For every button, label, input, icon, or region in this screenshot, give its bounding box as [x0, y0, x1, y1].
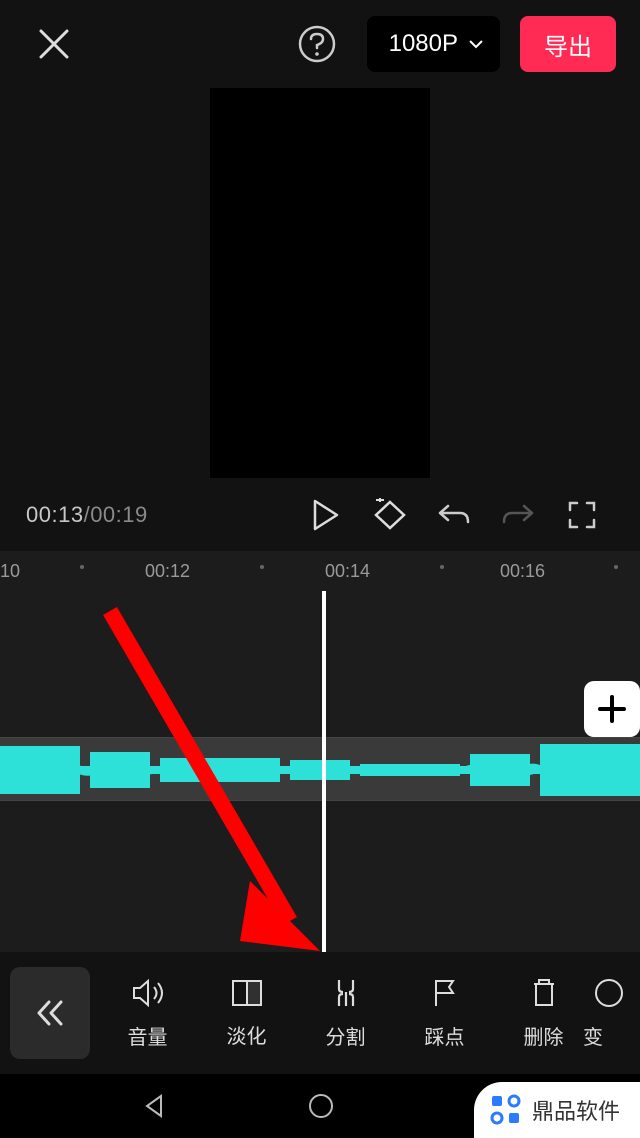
tool-label: 踩点 — [425, 1021, 465, 1050]
watermark: 鼎品软件 — [474, 1082, 640, 1138]
close-button[interactable] — [32, 22, 76, 66]
play-button[interactable] — [294, 493, 358, 537]
spacer — [0, 685, 640, 737]
nav-back[interactable] — [141, 1093, 167, 1119]
time-current: 00:13 — [26, 502, 84, 527]
tool-label: 删除 — [524, 1021, 564, 1050]
chevron-down-icon — [468, 39, 484, 49]
chevrons-left-icon — [33, 998, 67, 1028]
tool-label: 变 — [583, 1021, 603, 1050]
fullscreen-button[interactable] — [550, 493, 614, 537]
playhead[interactable] — [322, 591, 326, 952]
speed-icon — [593, 977, 613, 1009]
tool-label: 音量 — [128, 1021, 168, 1050]
undo-icon — [436, 500, 472, 530]
play-icon — [311, 498, 341, 532]
timeline[interactable]: 0:10 00:12 00:14 00:16 — [0, 551, 640, 952]
waveform-overlay — [0, 738, 640, 801]
preview-area — [0, 88, 640, 486]
fade-icon — [230, 978, 264, 1008]
export-button[interactable]: 导出 — [520, 16, 616, 72]
ruler-tick: 00:16 — [500, 561, 545, 582]
tool-speed[interactable]: 变 — [593, 958, 613, 1068]
tool-row: 音量 淡化 分割 踩点 — [98, 958, 640, 1068]
redo-icon — [500, 500, 536, 530]
ruler-tick: 00:14 — [325, 561, 370, 582]
help-button[interactable] — [295, 22, 339, 66]
timeline-ruler[interactable]: 0:10 00:12 00:14 00:16 — [0, 551, 640, 595]
ruler-dot — [260, 565, 264, 569]
watermark-logo-icon — [488, 1092, 524, 1128]
volume-icon — [130, 977, 166, 1009]
preview-canvas[interactable] — [210, 88, 430, 478]
video-track-empty[interactable] — [0, 595, 640, 685]
top-bar: 1080P 导出 — [0, 0, 640, 88]
bottom-toolbar: 音量 淡化 分割 踩点 — [0, 952, 640, 1074]
fullscreen-icon — [567, 500, 597, 530]
ruler-dot — [614, 565, 618, 569]
plus-icon — [596, 693, 628, 725]
resolution-selector[interactable]: 1080P — [367, 16, 500, 72]
ruler-tick: 00:12 — [145, 561, 190, 582]
audio-track[interactable] — [0, 737, 640, 801]
tool-split[interactable]: 分割 — [296, 958, 395, 1068]
tool-fade[interactable]: 淡化 — [197, 958, 296, 1068]
split-icon — [331, 977, 361, 1009]
tool-label: 淡化 — [227, 1020, 267, 1049]
nav-home[interactable] — [307, 1092, 335, 1120]
triangle-back-icon — [141, 1093, 167, 1119]
time-total: 00:19 — [90, 502, 148, 527]
keyframe-button[interactable] — [358, 493, 422, 537]
ruler-dot — [440, 565, 444, 569]
circle-home-icon — [307, 1092, 335, 1120]
watermark-text: 鼎品软件 — [532, 1094, 620, 1126]
collapse-button[interactable] — [10, 967, 90, 1059]
tool-delete[interactable]: 删除 — [494, 958, 593, 1068]
close-icon — [37, 27, 71, 61]
add-clip-button[interactable] — [584, 681, 640, 737]
tool-volume[interactable]: 音量 — [98, 958, 197, 1068]
redo-button[interactable] — [486, 493, 550, 537]
playback-controls: 00:13/00:19 — [0, 486, 640, 551]
keyframe-icon — [370, 498, 410, 532]
ruler-dot — [80, 565, 84, 569]
system-nav-bar: 鼎品软件 — [0, 1074, 640, 1138]
help-icon — [297, 24, 337, 64]
resolution-label: 1080P — [389, 30, 458, 58]
timecode: 00:13/00:19 — [26, 502, 148, 528]
export-label: 导出 — [544, 27, 592, 62]
trash-icon — [530, 977, 558, 1009]
tool-beat[interactable]: 踩点 — [395, 958, 494, 1068]
video-editor-app: 1080P 导出 00:13/00:19 — [0, 0, 640, 1138]
flag-icon — [431, 977, 459, 1009]
undo-button[interactable] — [422, 493, 486, 537]
ruler-tick: 0:10 — [0, 561, 20, 582]
tool-label: 分割 — [326, 1021, 366, 1050]
